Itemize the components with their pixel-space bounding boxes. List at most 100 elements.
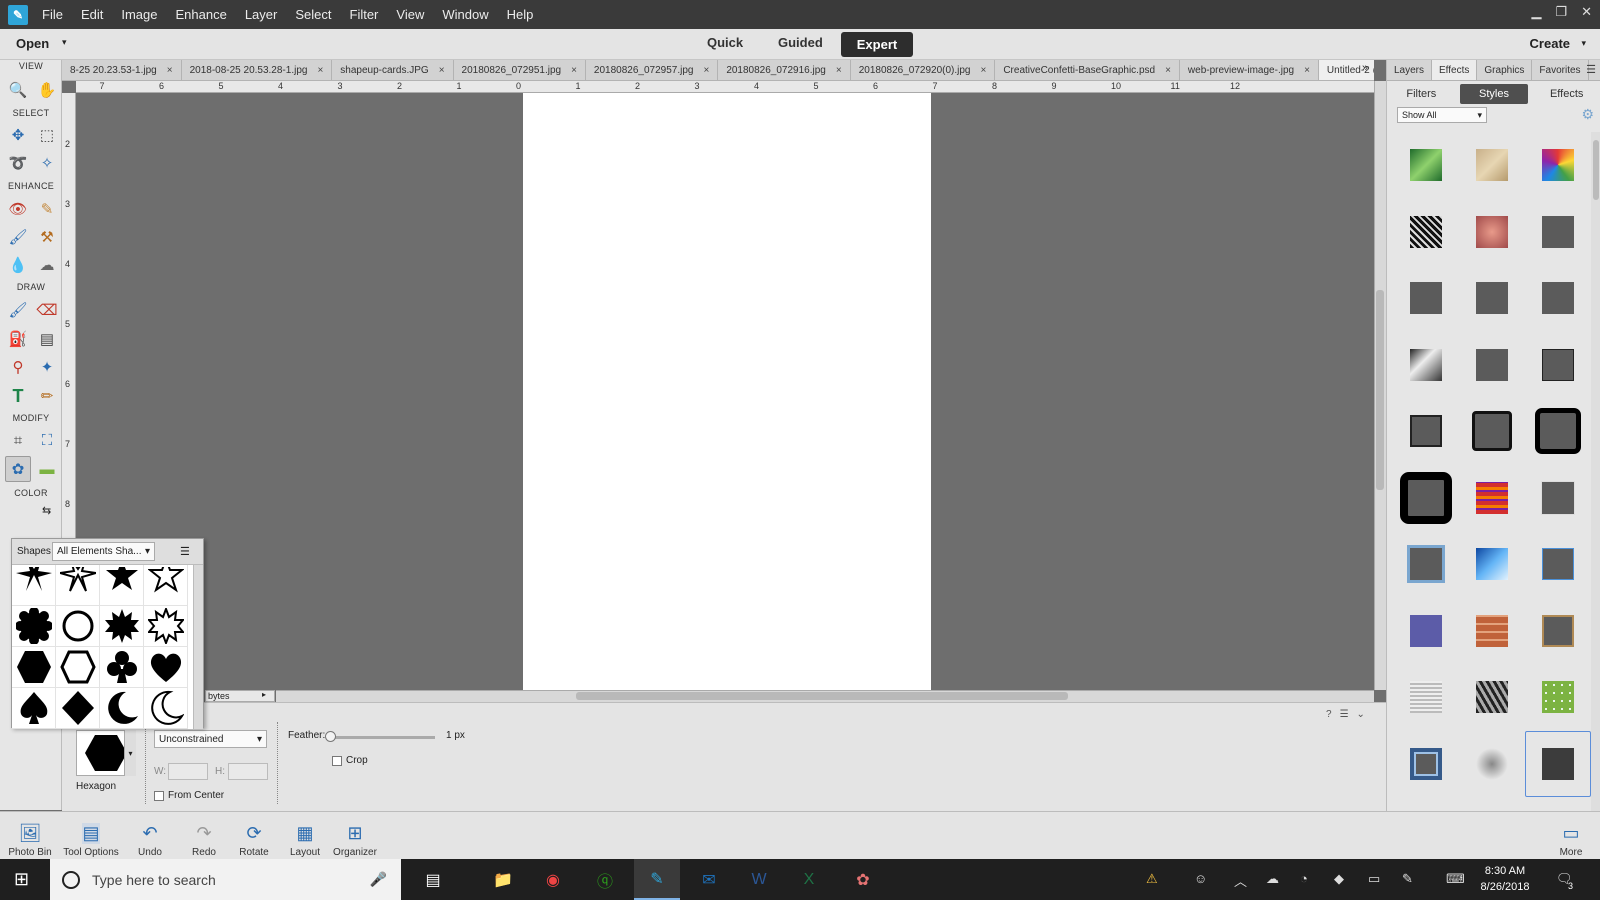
style-swatch[interactable]: [1393, 332, 1459, 399]
shape-picker-caret-icon[interactable]: ▾: [124, 730, 136, 776]
tab-graphics[interactable]: Graphics: [1477, 60, 1533, 80]
style-swatch[interactable]: [1459, 465, 1525, 532]
crop-checkbox[interactable]: [332, 756, 342, 766]
marquee-tool-icon[interactable]: ⬚: [34, 122, 60, 148]
tab-favorites[interactable]: Favorites: [1532, 60, 1589, 80]
vertical-scroll-thumb[interactable]: [1376, 290, 1384, 490]
style-swatch[interactable]: [1525, 465, 1591, 532]
pencil-tool-icon[interactable]: ✏: [34, 383, 60, 409]
shape-crescent-outline-icon[interactable]: [144, 688, 188, 729]
close-tab-icon[interactable]: ×: [571, 65, 577, 76]
menu-view[interactable]: View: [396, 7, 424, 22]
smart-brush-tool-icon[interactable]: 🖌: [5, 224, 31, 250]
doc-tab[interactable]: 2018-08-25 20.53.28-1.jpg ×: [182, 60, 333, 80]
menu-edit[interactable]: Edit: [81, 7, 103, 22]
shapes-category-dropdown[interactable]: All Elements Sha... ▾: [52, 542, 155, 561]
styles-filter-dropdown[interactable]: Show All ▾: [1397, 107, 1487, 123]
blur-tool-icon[interactable]: 💧: [5, 252, 31, 278]
tool-options-button[interactable]: ▤ Tool Options: [62, 812, 120, 860]
feather-slider-knob[interactable]: [325, 731, 336, 742]
style-swatch[interactable]: [1459, 398, 1525, 465]
menu-layer[interactable]: Layer: [245, 7, 278, 22]
document-canvas[interactable]: [523, 93, 931, 690]
mode-guided[interactable]: Guided: [778, 35, 823, 50]
panel-menu-icon[interactable]: ☰: [1586, 63, 1596, 76]
people-icon[interactable]: ☺: [1194, 871, 1207, 886]
outlook-icon[interactable]: ✉: [686, 859, 732, 900]
dropbox-icon[interactable]: ◆: [1334, 871, 1344, 887]
open-button[interactable]: Open: [16, 36, 49, 51]
cookie-cutter-tool-icon[interactable]: ✿: [5, 456, 31, 482]
shape-star-outline-icon[interactable]: [144, 565, 188, 606]
wifi-icon[interactable]: ◔: [1300, 871, 1308, 886]
style-swatch[interactable]: [1525, 132, 1591, 199]
pen-icon[interactable]: ✎: [1402, 871, 1413, 887]
shape-scallop-outline-icon[interactable]: [56, 606, 100, 647]
style-swatch[interactable]: [1459, 199, 1525, 266]
style-swatch[interactable]: [1459, 265, 1525, 332]
menu-enhance[interactable]: Enhance: [176, 7, 227, 22]
paint-app-icon[interactable]: ✿: [840, 859, 886, 900]
shape-crescent-icon[interactable]: [100, 688, 144, 729]
subtab-styles[interactable]: Styles: [1459, 84, 1529, 104]
shape-hexagon-outline-icon[interactable]: [56, 647, 100, 688]
shape-sunburst-icon[interactable]: [100, 606, 144, 647]
help-icon[interactable]: ?: [1326, 709, 1332, 720]
style-swatch[interactable]: [1525, 531, 1591, 598]
styles-scrollbar[interactable]: [1591, 132, 1600, 862]
doc-tab[interactable]: 20180826_072920(0).jpg ×: [851, 60, 996, 80]
style-swatch[interactable]: [1525, 398, 1591, 465]
style-swatch[interactable]: [1393, 664, 1459, 731]
shape-scallop-icon[interactable]: [12, 606, 56, 647]
shapes-menu-icon[interactable]: ☰: [180, 545, 190, 558]
chevron-up-icon[interactable]: ︿: [1234, 871, 1247, 890]
style-swatch[interactable]: [1393, 598, 1459, 665]
mode-quick[interactable]: Quick: [707, 35, 743, 50]
close-tab-icon[interactable]: ×: [167, 65, 173, 76]
paint-bucket-tool-icon[interactable]: ⛽: [5, 326, 31, 352]
style-swatch[interactable]: [1393, 731, 1459, 798]
taskbar-clock[interactable]: 8:30 AM 8/26/2018: [1470, 863, 1540, 895]
chrome-icon[interactable]: ◉: [530, 859, 576, 900]
rotate-button[interactable]: ⟳ Rotate: [236, 812, 272, 860]
height-field[interactable]: [228, 763, 268, 780]
style-swatch[interactable]: [1525, 598, 1591, 665]
doc-tab[interactable]: 20180826_072916.jpg ×: [718, 60, 851, 80]
straighten-tool-icon[interactable]: ▬: [34, 456, 60, 482]
style-swatch[interactable]: [1525, 664, 1591, 731]
menu-window[interactable]: Window: [442, 7, 488, 22]
shape-heart-icon[interactable]: [144, 647, 188, 688]
width-field[interactable]: [168, 763, 208, 780]
taskbar-search[interactable]: Type here to search 🎤: [50, 859, 401, 900]
more-button[interactable]: ▭ More: [1556, 812, 1586, 860]
file-explorer-icon[interactable]: 📁: [480, 859, 526, 900]
gradient-tool-icon[interactable]: ▤: [34, 326, 60, 352]
style-swatch[interactable]: [1525, 332, 1591, 399]
shapes-scrollbar[interactable]: [193, 565, 203, 729]
gear-icon[interactable]: ⚙: [1581, 106, 1594, 123]
lasso-tool-icon[interactable]: ➰: [5, 150, 31, 176]
style-swatch[interactable]: [1459, 664, 1525, 731]
undo-button[interactable]: ↶ Undo: [134, 812, 166, 860]
shape-sunburst-outline-icon[interactable]: [144, 606, 188, 647]
minimize-icon[interactable]: ▁: [1531, 4, 1541, 20]
eraser-tool-icon[interactable]: ⌫: [34, 297, 60, 323]
menu-filter[interactable]: Filter: [350, 7, 379, 22]
task-view-icon[interactable]: ▤: [410, 859, 456, 900]
move-tool-icon[interactable]: ✥: [5, 122, 31, 148]
mode-expert[interactable]: Expert: [841, 32, 913, 57]
excel-icon[interactable]: X: [786, 859, 832, 900]
tab-effects[interactable]: Effects: [1432, 60, 1478, 80]
redo-button[interactable]: ↷ Redo: [188, 812, 220, 860]
style-swatch[interactable]: [1393, 199, 1459, 266]
magic-wand-tool-icon[interactable]: ✧: [34, 150, 60, 176]
status-menu-icon[interactable]: ▸: [258, 690, 270, 702]
layout-button[interactable]: ▦ Layout: [288, 812, 322, 860]
menu-image[interactable]: Image: [121, 7, 157, 22]
brush-tool-icon[interactable]: 🖌: [5, 297, 31, 323]
microphone-icon[interactable]: 🎤: [370, 871, 387, 888]
onedrive-icon[interactable]: ☁: [1266, 871, 1279, 887]
close-icon[interactable]: ✕: [1581, 4, 1592, 20]
photo-bin-button[interactable]: 🖼 Photo Bin: [6, 812, 54, 860]
create-button[interactable]: Create: [1530, 36, 1570, 51]
